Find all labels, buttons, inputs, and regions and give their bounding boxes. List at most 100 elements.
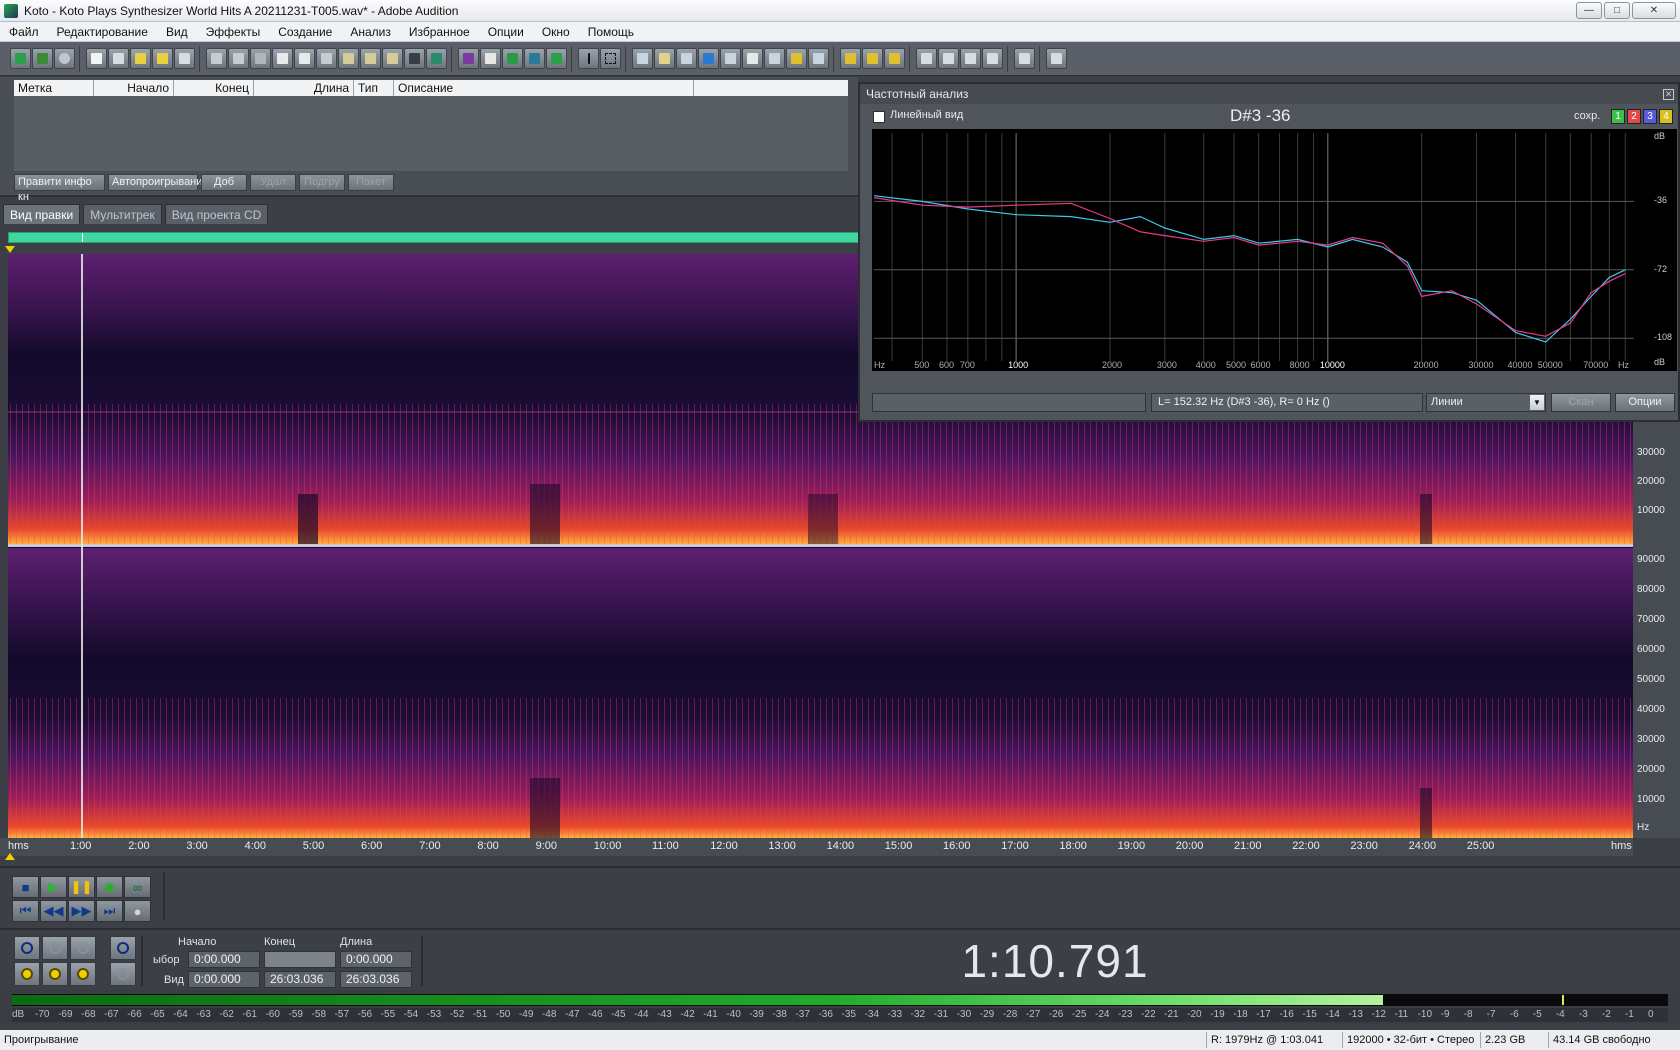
edit-view-icon[interactable]	[10, 48, 31, 69]
frequency-analysis-title[interactable]: Частотный анализ	[860, 84, 1678, 104]
time-ruler[interactable]: hms hms 1:00 2:00 3:00 4:00 5:00 6:00 7:00 8:00…	[0, 838, 1633, 856]
playhead-cursor[interactable]	[81, 254, 83, 838]
auto-play-button[interactable]: Автопроигрывани	[108, 174, 202, 191]
scan-button[interactable]: Скан	[1551, 393, 1611, 412]
help-topics-icon[interactable]	[862, 48, 883, 69]
zoom-selection-icon[interactable]	[14, 962, 40, 986]
time-window-icon[interactable]	[742, 48, 763, 69]
multitrack-icon[interactable]	[32, 48, 53, 69]
repeat-icon[interactable]	[250, 48, 271, 69]
menu-file[interactable]: Файл	[0, 25, 48, 39]
effect-4-icon[interactable]	[982, 48, 1003, 69]
find-icon[interactable]	[426, 48, 447, 69]
loop-icon[interactable]: ∞	[124, 876, 151, 898]
menu-effects[interactable]: Эффекты	[197, 25, 270, 39]
frequency-analysis-window[interactable]: Частотный анализ ✕ Линейный вид D#3 -36 …	[858, 82, 1680, 422]
cue-list-icon[interactable]	[654, 48, 675, 69]
add-cue-button[interactable]: Доб	[201, 174, 247, 191]
trim-icon[interactable]	[404, 48, 425, 69]
menu-options[interactable]: Опции	[479, 25, 533, 39]
load-cue-button[interactable]: Подгру	[299, 174, 345, 191]
save-slot-2-button[interactable]: 2	[1627, 109, 1641, 124]
pause-icon[interactable]: ❚❚	[68, 876, 95, 898]
zoom-left-edge-icon[interactable]	[42, 962, 68, 986]
tab-edit-view[interactable]: Вид правки	[3, 204, 81, 224]
go-to-end-icon[interactable]: ⏭	[96, 900, 123, 922]
zoom-full-icon[interactable]	[70, 936, 96, 960]
playlist-icon[interactable]	[676, 48, 697, 69]
play-to-end-icon[interactable]: ◉	[96, 876, 123, 898]
edit-cue-info-button[interactable]: Правити инфо кн	[14, 174, 105, 203]
effect-2-icon[interactable]	[938, 48, 959, 69]
zoom-out-vertical-icon[interactable]	[110, 962, 136, 986]
linear-view-checkbox[interactable]	[873, 111, 885, 123]
paste-new-icon[interactable]	[360, 48, 381, 69]
waveform-view-icon[interactable]	[480, 48, 501, 69]
zoom-right-edge-icon[interactable]	[70, 962, 96, 986]
mix-paste-icon[interactable]	[382, 48, 403, 69]
copy-icon[interactable]	[272, 48, 293, 69]
selection-length-field[interactable]: 0:00.000	[340, 951, 412, 968]
copy-new-icon[interactable]	[294, 48, 315, 69]
save-slot-4-button[interactable]: 4	[1659, 109, 1673, 124]
save-icon[interactable]	[130, 48, 151, 69]
phase-view-icon[interactable]	[524, 48, 545, 69]
fast-forward-icon[interactable]: ▶▶	[68, 900, 95, 922]
tab-cd-project[interactable]: Вид проекта CD	[164, 204, 269, 224]
undo-icon[interactable]	[206, 48, 227, 69]
zoom-in-vertical-icon[interactable]	[110, 936, 136, 960]
rewind-icon[interactable]: ◀◀	[40, 900, 67, 922]
frequency-analysis-chart[interactable]: Hz 500 600 700 1000 2000 3000 4000 5000 6000 8000 1…	[872, 129, 1677, 371]
maximize-button[interactable]: □	[1604, 2, 1630, 19]
view-end-field[interactable]: 26:03.036	[264, 971, 336, 988]
pan-view-icon[interactable]	[502, 48, 523, 69]
frequency-analysis-close-icon[interactable]: ✕	[1663, 89, 1674, 100]
zoom-window-icon[interactable]	[720, 48, 741, 69]
cue-col-description[interactable]: Описание	[394, 80, 694, 96]
cue-col-start[interactable]: Начало	[94, 80, 174, 96]
view-length-field[interactable]: 26:03.036	[340, 971, 412, 988]
batch-icon[interactable]	[1046, 48, 1067, 69]
spectral-view-icon[interactable]	[458, 48, 479, 69]
settings-icon[interactable]	[840, 48, 861, 69]
delete-cue-button[interactable]: Удал	[250, 174, 296, 191]
minimize-button[interactable]: —	[1576, 2, 1602, 19]
paste-icon[interactable]	[338, 48, 359, 69]
organizer-icon[interactable]	[632, 48, 653, 69]
options-button[interactable]: Опции	[1615, 393, 1675, 412]
close-button[interactable]: ✕	[1632, 2, 1676, 19]
save-slot-1-button[interactable]: 1	[1611, 109, 1625, 124]
marquee-tool-icon[interactable]	[600, 48, 621, 69]
cue-col-end[interactable]: Конец	[174, 80, 254, 96]
go-to-start-icon[interactable]: ⏮	[12, 900, 39, 922]
redo-icon[interactable]	[228, 48, 249, 69]
time-selection-tool-icon[interactable]	[578, 48, 599, 69]
selection-window-icon[interactable]	[764, 48, 785, 69]
cue-col-type[interactable]: Тип	[354, 80, 394, 96]
open-file-icon[interactable]	[108, 48, 129, 69]
level-meter-icon[interactable]	[786, 48, 807, 69]
save-as-icon[interactable]	[152, 48, 173, 69]
effect-1-icon[interactable]	[916, 48, 937, 69]
effect-3-icon[interactable]	[960, 48, 981, 69]
cut-icon[interactable]	[316, 48, 337, 69]
display-mode-select[interactable]: Линии ▼	[1426, 393, 1546, 412]
zoom-out-horizontal-icon[interactable]	[42, 936, 68, 960]
metadata-icon[interactable]	[1014, 48, 1035, 69]
selection-end-field[interactable]	[264, 951, 336, 968]
menu-edit[interactable]: Редактирование	[48, 25, 157, 39]
help-icon[interactable]	[884, 48, 905, 69]
end-marker-icon[interactable]	[5, 853, 15, 860]
transport-window-icon[interactable]	[698, 48, 719, 69]
menu-analyze[interactable]: Анализ	[341, 25, 400, 39]
save-all-icon[interactable]	[174, 48, 195, 69]
stop-icon[interactable]: ■	[12, 876, 39, 898]
zoom-in-horizontal-icon[interactable]	[14, 936, 40, 960]
menu-generate[interactable]: Создание	[269, 25, 341, 39]
play-icon[interactable]: ▶	[40, 876, 67, 898]
status-bar-icon[interactable]	[808, 48, 829, 69]
level-meter[interactable]	[12, 994, 1668, 1006]
selection-start-field[interactable]: 0:00.000	[188, 951, 260, 968]
menu-window[interactable]: Окно	[533, 25, 579, 39]
view-start-field[interactable]: 0:00.000	[188, 971, 260, 988]
